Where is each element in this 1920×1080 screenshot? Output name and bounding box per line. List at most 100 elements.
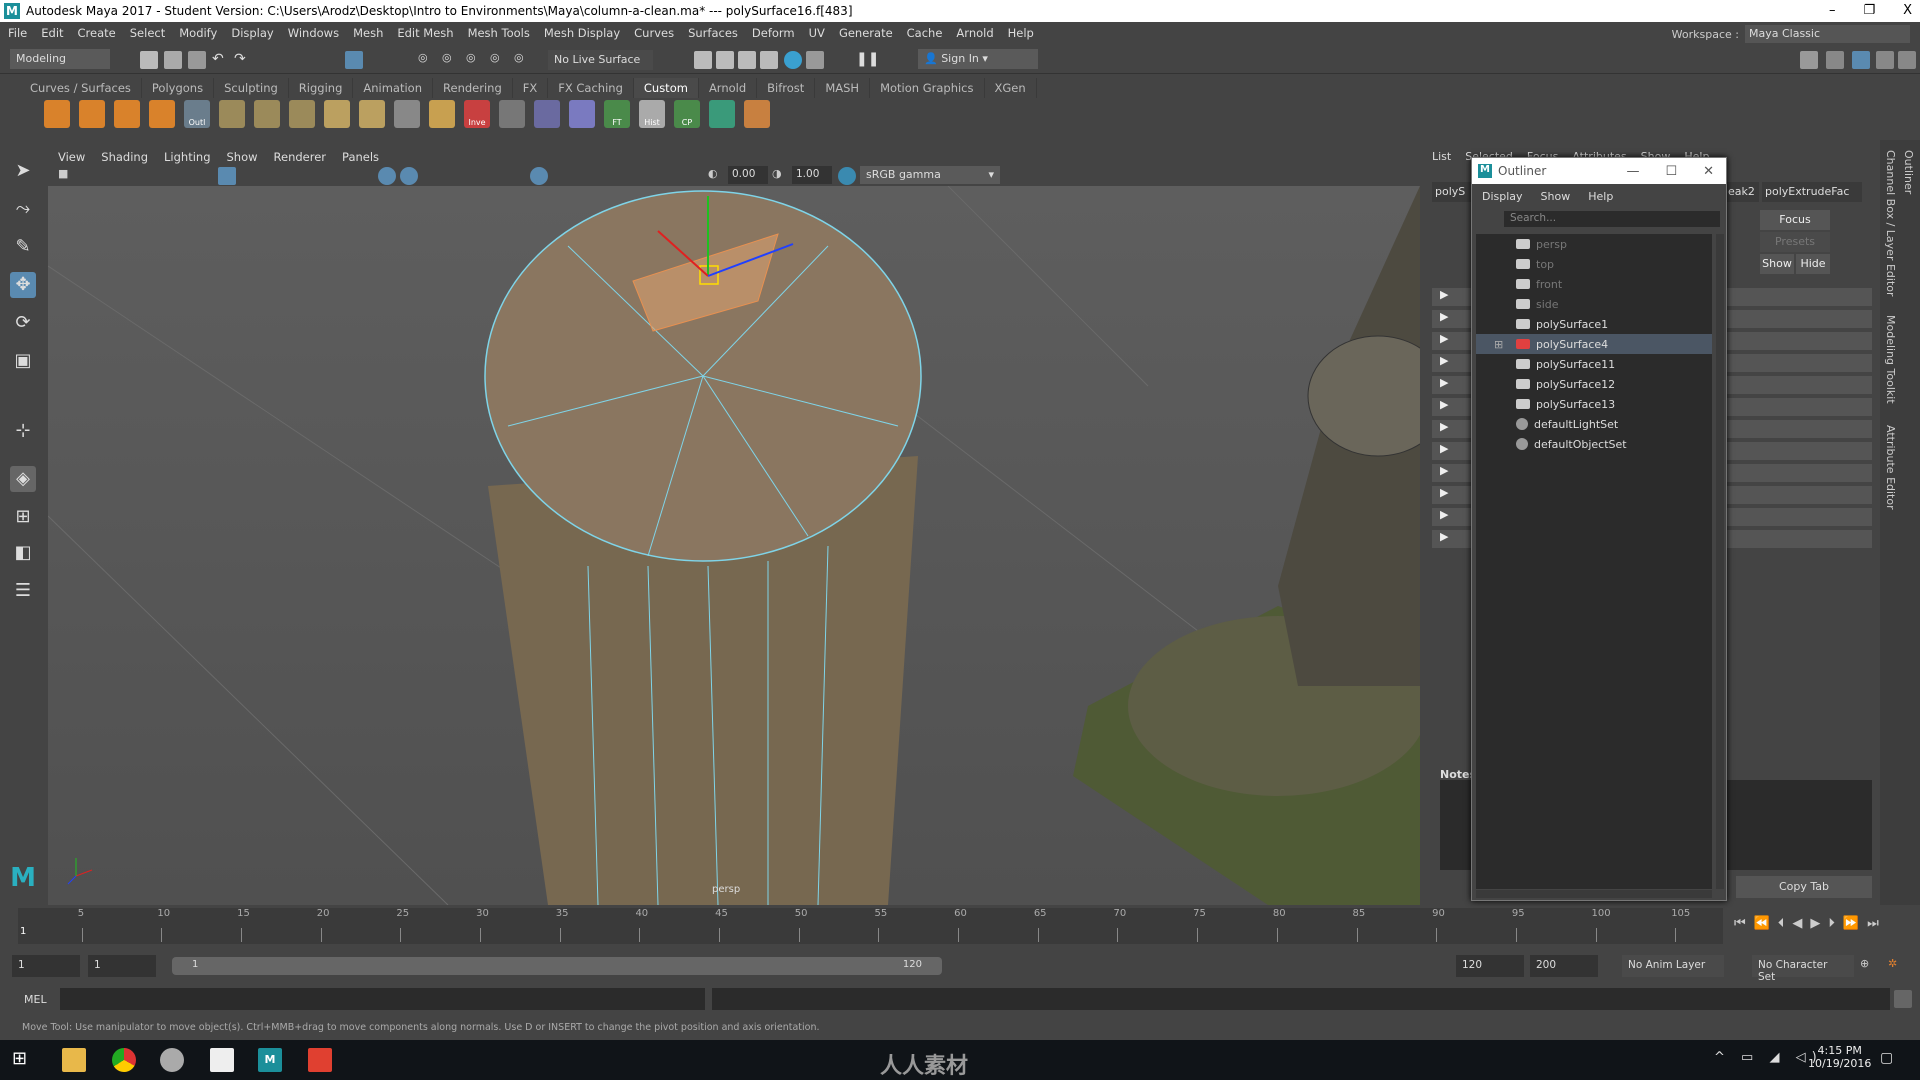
- expand-arrow-icon[interactable]: ▶: [1432, 310, 1448, 323]
- shelf-tab-arnold[interactable]: Arnold: [699, 78, 758, 98]
- shelf-tool-icon[interactable]: CP: [674, 100, 700, 128]
- shelf-tab-bifrost[interactable]: Bifrost: [757, 78, 816, 98]
- gamma-field[interactable]: 1.00: [792, 166, 832, 184]
- viewport-menu-panels[interactable]: Panels: [342, 150, 379, 164]
- start-time-field[interactable]: 1: [12, 955, 80, 977]
- shelf-tool-icon[interactable]: [534, 100, 560, 128]
- time-slider[interactable]: 5 10 15 20 25 30 35 40 45 50 55 60 65 70 75 80 85 90 95 100…: [18, 908, 1723, 944]
- xray-icon[interactable]: [530, 167, 548, 185]
- step-forward-key-icon[interactable]: ⏩: [1843, 916, 1859, 931]
- menu-mesh-tools[interactable]: Mesh Tools: [468, 26, 530, 40]
- go-to-end-icon[interactable]: ⏭: [1867, 916, 1879, 931]
- move-tool-icon[interactable]: ✥: [10, 272, 36, 298]
- animation-preferences-icon[interactable]: ✲: [1888, 957, 1906, 975]
- outliner-item[interactable]: side: [1476, 294, 1712, 314]
- outliner-item[interactable]: top: [1476, 254, 1712, 274]
- color-management-toggle-icon[interactable]: [838, 167, 856, 185]
- expand-arrow-icon[interactable]: ▶: [1432, 398, 1448, 411]
- hypershade-icon[interactable]: [784, 51, 802, 69]
- anim-layer-dropdown[interactable]: No Anim Layer: [1622, 955, 1724, 977]
- step-forward-frame-icon[interactable]: ⏵: [1828, 916, 1835, 931]
- shelf-tool-icon[interactable]: [254, 100, 280, 128]
- range-slider[interactable]: 1 120: [172, 957, 942, 975]
- shelf-tab-rigging[interactable]: Rigging: [289, 78, 354, 98]
- menu-edit-mesh[interactable]: Edit Mesh: [397, 26, 453, 40]
- character-set-dropdown[interactable]: No Character Set: [1752, 955, 1854, 983]
- shelf-tool-icon[interactable]: [744, 100, 770, 128]
- open-scene-icon[interactable]: [164, 51, 182, 69]
- single-perspective-layout-icon[interactable]: ◈: [10, 466, 36, 492]
- snap-point-icon[interactable]: ◎: [466, 51, 484, 69]
- shelf-tool-icon[interactable]: FT: [604, 100, 630, 128]
- play-forward-icon[interactable]: ▶: [1810, 916, 1820, 931]
- copy-tab-button[interactable]: Copy Tab: [1736, 876, 1872, 898]
- viewport-persp[interactable]: persp: [48, 186, 1420, 905]
- expand-arrow-icon[interactable]: ▶: [1432, 420, 1448, 433]
- menu-uv[interactable]: UV: [809, 26, 825, 40]
- menu-edit[interactable]: Edit: [41, 26, 63, 40]
- action-center-icon[interactable]: ▢: [1880, 1050, 1893, 1066]
- two-view-layout-icon[interactable]: ◧: [10, 540, 36, 566]
- shelf-tool-icon[interactable]: [79, 100, 105, 128]
- shelf-tool-icon[interactable]: Inve: [464, 100, 490, 128]
- select-mode-icon[interactable]: [345, 51, 363, 69]
- four-view-layout-icon[interactable]: ⊞: [10, 504, 36, 530]
- attribute-editor-toggle-icon[interactable]: [1852, 51, 1870, 69]
- workspace-dropdown[interactable]: Maya Classic: [1745, 25, 1910, 43]
- shelf-tab-fx-caching[interactable]: FX Caching: [548, 78, 634, 98]
- outliner-close-button[interactable]: ✕: [1703, 164, 1714, 179]
- outliner-titlebar[interactable]: M Outliner — ☐ ✕: [1472, 158, 1726, 184]
- pause-icon[interactable]: ❚❚: [856, 51, 879, 69]
- outliner-menu-display[interactable]: Display: [1482, 190, 1523, 203]
- outliner-horizontal-scrollbar[interactable]: [1476, 890, 1712, 898]
- shelf-tool-icon[interactable]: [324, 100, 350, 128]
- shelf-tool-icon[interactable]: [44, 100, 70, 128]
- smooth-shade-icon[interactable]: [378, 167, 396, 185]
- select-tool-icon[interactable]: ➤: [10, 158, 36, 184]
- clock[interactable]: 4:15 PM 10/19/2016: [1808, 1044, 1871, 1070]
- shelf-tool-icon[interactable]: [499, 100, 525, 128]
- tab-channel-box[interactable]: Channel Box / Layer Editor: [1884, 150, 1897, 297]
- tab-attribute-editor[interactable]: Attribute Editor: [1884, 425, 1897, 510]
- viewport-menu-shading[interactable]: Shading: [101, 150, 148, 164]
- outliner-scrollbar[interactable]: [1716, 234, 1724, 889]
- viewport-menu-view[interactable]: View: [58, 150, 85, 164]
- close-button[interactable]: X: [1903, 0, 1912, 22]
- save-scene-icon[interactable]: [188, 51, 206, 69]
- expand-arrow-icon[interactable]: ▶: [1432, 332, 1448, 345]
- shelf-tab-curves-surfaces[interactable]: Curves / Surfaces: [20, 78, 142, 98]
- presets-button[interactable]: Presets: [1760, 232, 1830, 252]
- outliner-item[interactable]: ⊞ polySurface4: [1476, 334, 1712, 354]
- minimize-button[interactable]: –: [1829, 0, 1836, 22]
- play-backward-icon[interactable]: ◀: [1792, 916, 1802, 931]
- ipr-render-icon[interactable]: [738, 51, 756, 69]
- shelf-tab-mash[interactable]: MASH: [815, 78, 871, 98]
- render-frame-icon[interactable]: [694, 51, 712, 69]
- shelf-tool-icon[interactable]: [289, 100, 315, 128]
- tool-settings-icon[interactable]: [1876, 51, 1894, 69]
- script-editor-icon[interactable]: [1894, 990, 1912, 1008]
- live-surface-field[interactable]: No Live Surface: [548, 50, 653, 70]
- shelf-tab-animation[interactable]: Animation: [353, 78, 434, 98]
- outliner-minimize-button[interactable]: —: [1626, 164, 1639, 179]
- shelf-tab-fx[interactable]: FX: [513, 78, 549, 98]
- snap-curve-icon[interactable]: ◎: [442, 51, 460, 69]
- outliner-menu-help[interactable]: Help: [1588, 190, 1613, 203]
- shelf-tab-polygons[interactable]: Polygons: [142, 78, 215, 98]
- viewport-menu-lighting[interactable]: Lighting: [164, 150, 210, 164]
- outliner-item[interactable]: defaultObjectSet: [1476, 434, 1712, 454]
- step-back-frame-icon[interactable]: ⏴: [1778, 916, 1785, 931]
- outliner-item[interactable]: persp: [1476, 234, 1712, 254]
- render-view-icon[interactable]: [806, 51, 824, 69]
- expand-arrow-icon[interactable]: ▶: [1432, 376, 1448, 389]
- viewport-menu-show[interactable]: Show: [227, 150, 258, 164]
- command-input[interactable]: [60, 988, 705, 1010]
- outliner-item[interactable]: front: [1476, 274, 1712, 294]
- menu-curves[interactable]: Curves: [634, 26, 674, 40]
- shelf-tool-icon[interactable]: Outl: [184, 100, 210, 128]
- end-time-field[interactable]: 120: [1456, 955, 1524, 977]
- maya-taskbar-icon[interactable]: M: [258, 1048, 282, 1072]
- scale-tool-icon[interactable]: ▣: [10, 348, 36, 374]
- shelf-tab-xgen[interactable]: XGen: [985, 78, 1037, 98]
- textured-icon[interactable]: [400, 167, 418, 185]
